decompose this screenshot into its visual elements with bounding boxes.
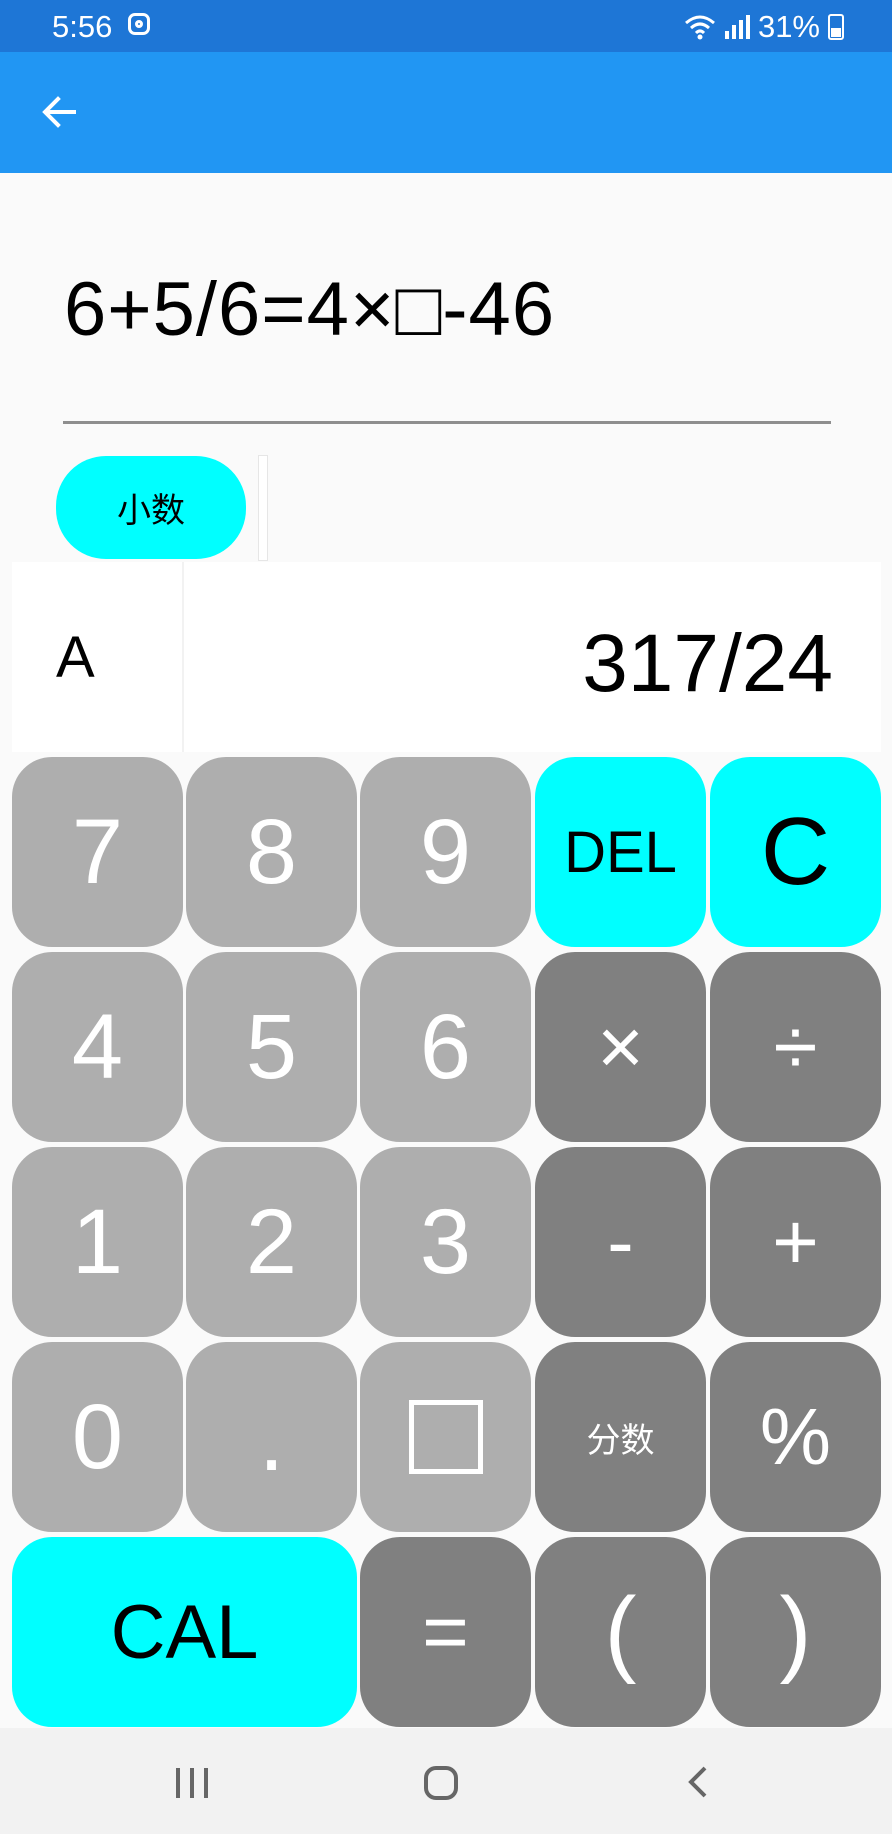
multiply-button[interactable]: × xyxy=(535,952,706,1142)
status-icons: 31% xyxy=(683,9,844,45)
mode-separator xyxy=(258,455,268,561)
box-icon xyxy=(408,1400,483,1474)
decimal-mode-button[interactable]: 小数 xyxy=(56,456,246,559)
fraction-button[interactable]: 分数 xyxy=(535,1342,706,1532)
key-2[interactable]: 2 xyxy=(186,1147,357,1337)
result-value: 317/24 xyxy=(582,618,833,709)
clear-button[interactable]: C xyxy=(710,757,881,947)
plus-button[interactable]: + xyxy=(710,1147,881,1337)
key-6[interactable]: 6 xyxy=(360,952,531,1142)
percent-button[interactable]: % xyxy=(710,1342,881,1532)
instagram-icon xyxy=(128,13,150,35)
key-5[interactable]: 5 xyxy=(186,952,357,1142)
equation-display[interactable]: 6+5/6=4×□-46 xyxy=(64,266,555,353)
recent-apps-icon[interactable] xyxy=(176,1768,208,1798)
keypad: 7 8 9 DEL C 4 5 6 × ÷ 1 2 3 - + 0 . 分数 %… xyxy=(12,757,882,1727)
back-chevron-icon[interactable] xyxy=(678,1762,718,1802)
result-label: A xyxy=(56,625,95,690)
key-7[interactable]: 7 xyxy=(12,757,183,947)
wifi-icon xyxy=(684,15,715,40)
key-8[interactable]: 8 xyxy=(186,757,357,947)
key-0[interactable]: 0 xyxy=(12,1342,183,1532)
key-4[interactable]: 4 xyxy=(12,952,183,1142)
key-1[interactable]: 1 xyxy=(12,1147,183,1337)
right-paren-button[interactable]: ) xyxy=(710,1537,881,1727)
calculate-button[interactable]: CAL xyxy=(12,1537,357,1727)
navigation-bar xyxy=(0,1728,892,1834)
equation-divider xyxy=(63,421,831,424)
arrow-left-icon[interactable] xyxy=(34,86,86,138)
result-separator xyxy=(182,562,184,752)
app-bar xyxy=(0,52,892,173)
key-9[interactable]: 9 xyxy=(360,757,531,947)
status-bar: 5:56 31% xyxy=(0,0,892,52)
minus-button[interactable]: - xyxy=(535,1147,706,1337)
status-time: 5:56 xyxy=(52,9,113,44)
delete-button[interactable]: DEL xyxy=(535,757,706,947)
battery-icon xyxy=(828,14,844,40)
result-row: A 317/24 xyxy=(12,562,881,752)
decimal-point-button[interactable]: . xyxy=(186,1342,357,1532)
equals-button[interactable]: = xyxy=(360,1537,531,1727)
unknown-box-button[interactable] xyxy=(360,1342,531,1532)
home-icon[interactable] xyxy=(424,1766,458,1800)
signal-icon xyxy=(724,15,750,39)
divide-button[interactable]: ÷ xyxy=(710,952,881,1142)
left-paren-button[interactable]: ( xyxy=(535,1537,706,1727)
key-3[interactable]: 3 xyxy=(360,1147,531,1337)
battery-percent: 31% xyxy=(757,9,820,44)
